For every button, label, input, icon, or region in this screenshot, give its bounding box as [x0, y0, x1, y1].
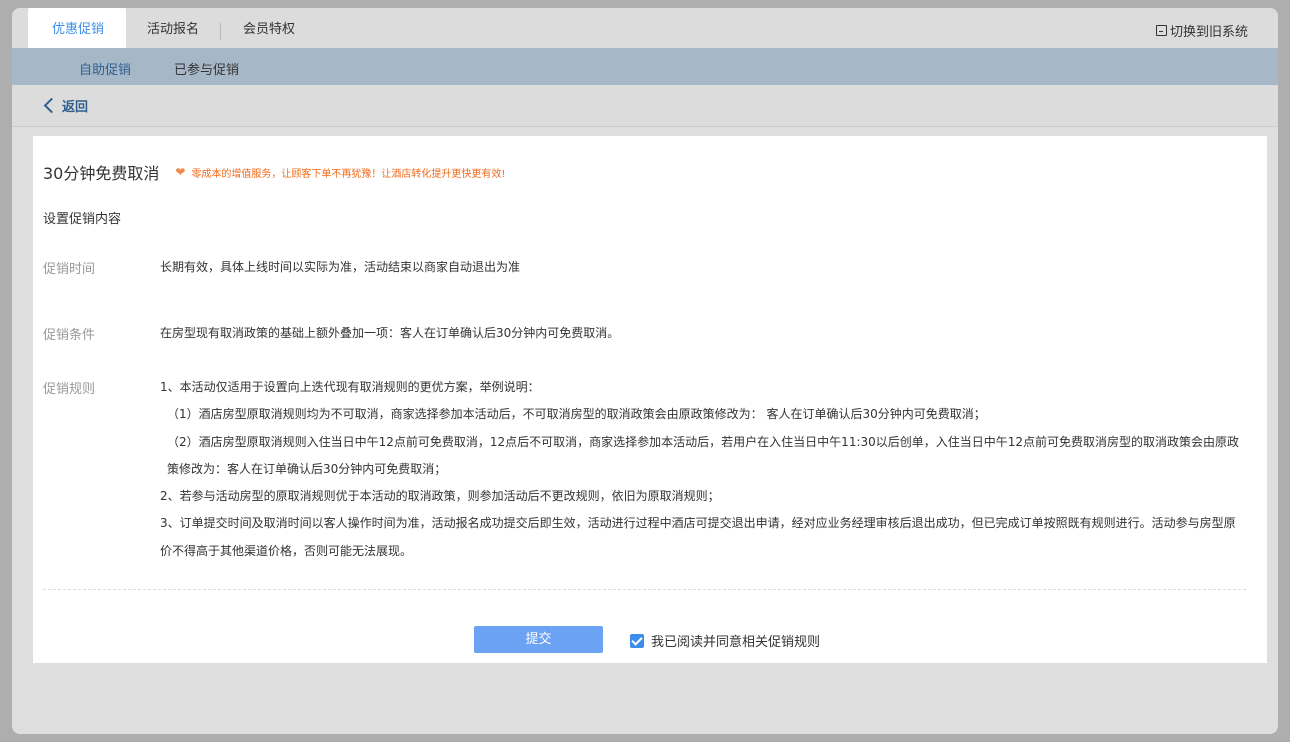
section-title: 设置促销内容	[43, 212, 122, 227]
rule-item: （1）酒店房型原取消规则均为不可取消，商家选择参加本活动后，不可取消房型的取消政…	[167, 407, 986, 422]
subnav-self-promotion[interactable]: 自助促销	[79, 59, 131, 78]
condition-label: 促销条件	[43, 328, 96, 343]
tab-divider	[220, 23, 221, 40]
time-value: 长期有效，具体上线时间以实际为准，活动结束以商家自动退出为准	[160, 260, 521, 274]
rule-item: （2）酒店房型原取消规则入住当日中午12点前可免费取消，12点后不可取消，商家选…	[167, 434, 1240, 476]
agree-label: 我已阅读并同意相关促销规则	[651, 635, 821, 650]
promotion-detail-panel: 30分钟免费取消 ❤ 零成本的增值服务，让顾客下单不再犹豫！让酒店转化提升更快更…	[33, 136, 1267, 663]
top-tab-bar: 优惠促销 活动报名 会员特权 切换到旧系统	[12, 8, 1278, 48]
sub-navigation: 自助促销 已参与促销	[12, 48, 1278, 85]
time-label: 促销时间	[43, 262, 96, 277]
back-label: 返回	[62, 100, 89, 115]
rule-item: 3、订单提交时间及取消时间以客人操作时间为准，活动报名成功提交后即生效，活动进行…	[160, 516, 1236, 558]
heart-icon: ❤	[175, 165, 186, 179]
checkbox-checked-icon[interactable]	[630, 633, 644, 648]
condition-value: 在房型现有取消政策的基础上额外叠加一项：客人在订单确认后30分钟内可免费取消。	[160, 326, 620, 340]
rule-item: 2、若参与活动房型的原取消规则优于本活动的取消政策，则参加活动后不更改规则，依旧…	[160, 489, 720, 504]
tab-promotions[interactable]: 优惠促销	[28, 8, 126, 48]
title-row: 30分钟免费取消 ❤ 零成本的增值服务，让顾客下单不再犹豫！让酒店转化提升更快更…	[43, 160, 505, 184]
tab-activity-signup[interactable]: 活动报名	[147, 8, 199, 48]
switch-old-system-link[interactable]: 切换到旧系统	[1155, 21, 1248, 40]
switch-icon	[1155, 25, 1167, 36]
agree-checkbox-row[interactable]: 我已阅读并同意相关促销规则	[630, 631, 820, 650]
submit-button[interactable]: 提交	[474, 626, 603, 653]
subnav-joined-promotions[interactable]: 已参与促销	[174, 59, 239, 78]
back-bar: 返回	[12, 85, 1278, 127]
chevron-left-icon	[43, 97, 60, 114]
back-button[interactable]: 返回	[43, 96, 89, 115]
switch-old-system-label: 切换到旧系统	[1169, 25, 1248, 40]
page-title: 30分钟免费取消	[43, 164, 160, 183]
rules-label: 促销规则	[43, 382, 96, 397]
promo-note: 零成本的增值服务，让顾客下单不再犹豫！让酒店转化提升更快更有效!	[191, 168, 506, 180]
rules-list: 1、本活动仅适用于设置向上迭代现有取消规则的更优方案，举例说明： （1）酒店房型…	[160, 374, 1245, 565]
rule-item: 1、本活动仅适用于设置向上迭代现有取消规则的更优方案，举例说明：	[160, 380, 540, 394]
dashed-divider	[43, 589, 1246, 590]
tab-member-privileges[interactable]: 会员特权	[243, 8, 295, 48]
